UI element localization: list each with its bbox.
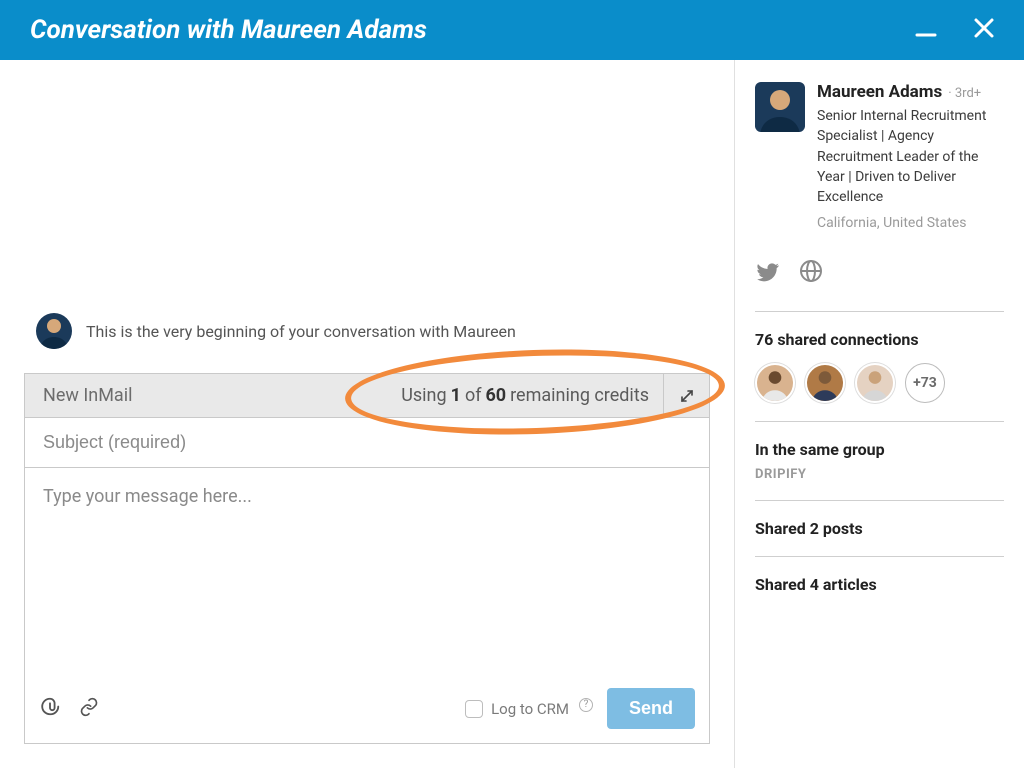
credits-total: 60 xyxy=(485,385,506,406)
minimize-icon[interactable] xyxy=(914,16,938,44)
shared-posts-section[interactable]: Shared 2 posts xyxy=(755,501,1004,557)
shared-articles-section[interactable]: Shared 4 articles xyxy=(755,557,1004,612)
compose-footer-left xyxy=(39,696,99,722)
avatar[interactable] xyxy=(755,363,795,403)
more-connections-badge[interactable]: +73 xyxy=(905,363,945,403)
profile-location: California, United States xyxy=(817,215,1004,231)
same-group-title: In the same group xyxy=(755,440,1004,459)
avatar[interactable] xyxy=(805,363,845,403)
credits-prefix: Using xyxy=(401,385,446,406)
window-controls xyxy=(914,16,996,44)
subject-input[interactable] xyxy=(43,432,691,453)
same-group-section[interactable]: In the same group DRIPIFY xyxy=(755,422,1004,501)
titlebar: Conversation with Maureen Adams xyxy=(0,0,1024,60)
expand-compose-button[interactable] xyxy=(663,374,709,417)
window-title: Conversation with Maureen Adams xyxy=(30,15,427,45)
avatar[interactable] xyxy=(855,363,895,403)
profile-info: Maureen Adams · 3rd+ Senior Internal Rec… xyxy=(817,82,1004,231)
checkbox-icon xyxy=(465,700,483,718)
help-icon[interactable]: ? xyxy=(579,698,593,712)
log-to-crm-toggle[interactable]: Log to CRM ? xyxy=(465,700,593,718)
close-icon[interactable] xyxy=(972,16,996,44)
shared-connections-avatars: +73 xyxy=(755,363,1004,403)
compose-type-label: New InMail xyxy=(25,374,150,417)
profile-headline: Senior Internal Recruitment Specialist |… xyxy=(817,106,1004,207)
profile-header: Maureen Adams · 3rd+ Senior Internal Rec… xyxy=(755,82,1004,231)
profile-name-row: Maureen Adams · 3rd+ xyxy=(817,82,1004,102)
subject-row xyxy=(25,418,709,468)
credits-suffix: remaining credits xyxy=(510,385,649,406)
social-links-row xyxy=(755,259,1004,289)
shared-articles-title: Shared 4 articles xyxy=(755,575,1004,594)
same-group-name: DRIPIFY xyxy=(755,467,1004,482)
connection-degree: · 3rd+ xyxy=(948,86,981,101)
profile-sidebar: Maureen Adams · 3rd+ Senior Internal Rec… xyxy=(734,60,1024,768)
credits-mid: of xyxy=(465,385,482,406)
compose-footer-right: Log to CRM ? Send xyxy=(465,688,695,729)
globe-icon[interactable] xyxy=(799,259,823,289)
expand-icon xyxy=(679,388,695,404)
compose-footer: Log to CRM ? Send xyxy=(25,678,709,743)
compose-header: New InMail Using 1 of 60 remaining credi… xyxy=(25,374,709,418)
twitter-icon[interactable] xyxy=(755,259,781,289)
avatar[interactable] xyxy=(755,82,805,132)
message-textarea[interactable] xyxy=(43,486,691,656)
profile-name[interactable]: Maureen Adams xyxy=(817,82,942,102)
inmail-credits-indicator: Using 1 of 60 remaining credits xyxy=(150,374,663,417)
conversation-window: Conversation with Maureen Adams This is … xyxy=(0,0,1024,768)
shared-posts-title: Shared 2 posts xyxy=(755,519,1004,538)
send-button[interactable]: Send xyxy=(607,688,695,729)
shared-connections-title: 76 shared connections xyxy=(755,330,1004,349)
log-to-crm-label: Log to CRM xyxy=(491,700,569,718)
avatar xyxy=(36,313,72,349)
link-icon[interactable] xyxy=(79,697,99,721)
conversation-start-text: This is the very beginning of your conve… xyxy=(86,322,516,341)
conversation-pane: This is the very beginning of your conve… xyxy=(0,60,734,768)
window-body: This is the very beginning of your conve… xyxy=(0,60,1024,768)
credits-used: 1 xyxy=(451,385,461,406)
attachment-icon[interactable] xyxy=(39,696,61,722)
conversation-start-indicator: This is the very beginning of your conve… xyxy=(0,313,734,373)
compose-panel: New InMail Using 1 of 60 remaining credi… xyxy=(24,373,710,744)
shared-connections-section[interactable]: 76 shared connections +73 xyxy=(755,312,1004,422)
message-body-row xyxy=(25,468,709,678)
message-history-empty xyxy=(0,60,734,313)
